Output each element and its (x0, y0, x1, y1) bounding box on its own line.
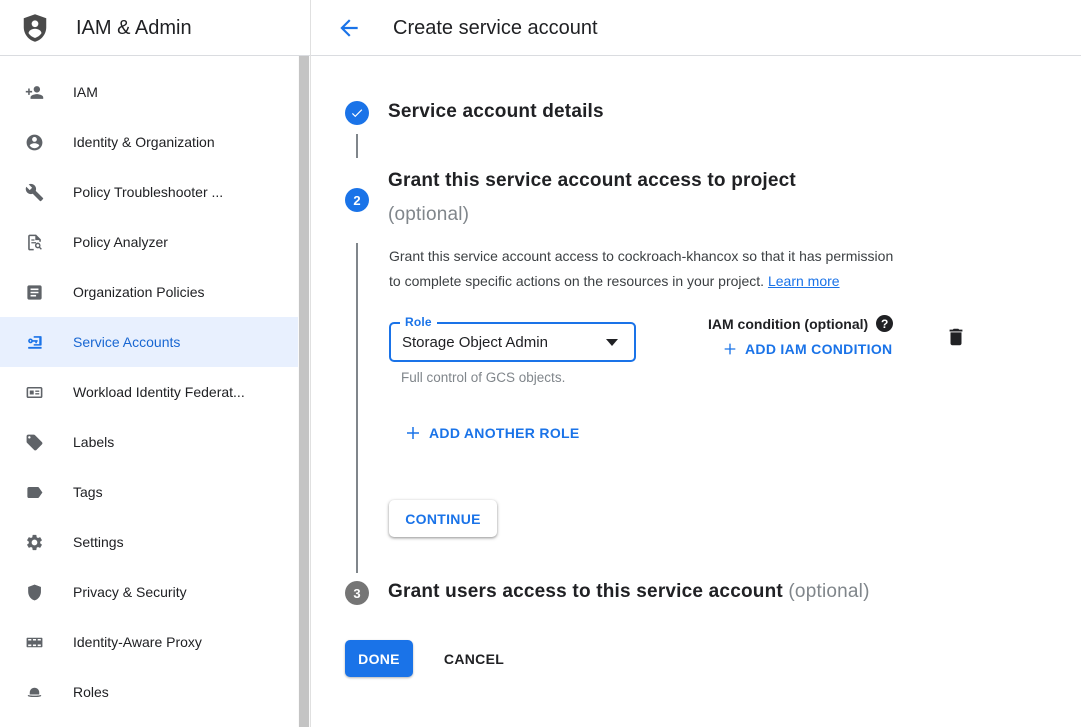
step2-number: 2 (353, 193, 360, 208)
sidebar-item-identity-aware-proxy[interactable]: Identity-Aware Proxy (0, 617, 298, 667)
step3-optional-label: (optional) (788, 581, 869, 602)
chevron-down-icon (606, 339, 618, 346)
help-icon[interactable]: ? (876, 315, 893, 332)
add-iam-condition-label: ADD IAM CONDITION (745, 341, 892, 357)
step2-title-line2: (optional) (388, 204, 469, 226)
identity-card-icon (24, 382, 44, 402)
shield-person-icon (20, 13, 50, 43)
shield-half-icon (24, 582, 44, 602)
step-connector (356, 134, 358, 158)
iam-admin-console: IAM & Admin Create service account IAM I… (0, 0, 1081, 727)
sidebar-item-label: Service Accounts (73, 334, 180, 350)
back-arrow-icon[interactable] (336, 15, 362, 41)
person-add-icon (24, 82, 44, 102)
tag-arrow-icon (24, 482, 44, 502)
app-brand: IAM & Admin (20, 0, 192, 56)
step3-number: 3 (353, 586, 360, 601)
plus-icon (404, 424, 422, 442)
sidebar-item-policy-analyzer[interactable]: Policy Analyzer (0, 217, 298, 267)
add-another-role-button[interactable]: ADD ANOTHER ROLE (404, 424, 580, 442)
sidebar-item-identity-organization[interactable]: Identity & Organization (0, 117, 298, 167)
role-helper-text: Full control of GCS objects. (401, 370, 565, 385)
add-another-role-label: ADD ANOTHER ROLE (429, 425, 580, 441)
sidebar-item-label: Organization Policies (73, 284, 205, 300)
sidebar-nav: IAM Identity & Organization Policy Troub… (0, 56, 298, 727)
sidebar-item-service-accounts[interactable]: Service Accounts (0, 317, 298, 367)
sidebar-item-label: Settings (73, 534, 124, 550)
add-iam-condition-button[interactable]: ADD IAM CONDITION (722, 341, 892, 357)
sidebar-item-organization-policies[interactable]: Organization Policies (0, 267, 298, 317)
sidebar-item-label: Privacy & Security (73, 584, 187, 600)
gear-icon (24, 532, 44, 552)
step3-title: Grant users access to this service accou… (388, 581, 783, 602)
wrench-icon (24, 182, 44, 202)
sidebar-item-iam[interactable]: IAM (0, 67, 298, 117)
sidebar-item-labels[interactable]: Labels (0, 417, 298, 467)
top-header: IAM & Admin Create service account (0, 0, 1081, 56)
step3-number-badge: 3 (345, 581, 369, 605)
role-selected-value: Storage Object Admin (402, 324, 548, 360)
iam-condition-label: IAM condition (optional) (708, 316, 868, 332)
proxy-grid-icon (24, 632, 44, 652)
account-circle-icon (24, 132, 44, 152)
iam-condition-label-row: IAM condition (optional) ? (708, 315, 893, 332)
step3-title-row: Grant users access to this service accou… (388, 581, 870, 603)
sidebar-item-label: Tags (73, 484, 103, 500)
sidebar-item-settings[interactable]: Settings (0, 517, 298, 567)
sidebar-item-policy-troubleshooter[interactable]: Policy Troubleshooter ... (0, 167, 298, 217)
sidebar-item-label: Labels (73, 434, 114, 450)
page-title: Create service account (393, 0, 598, 56)
hat-icon (24, 682, 44, 702)
learn-more-link[interactable]: Learn more (768, 273, 840, 289)
plus-icon (722, 341, 738, 357)
sidebar-scrollbar-thumb[interactable] (299, 56, 309, 727)
sidebar-item-roles[interactable]: Roles (0, 667, 298, 717)
policy-analyzer-icon (24, 232, 44, 252)
sidebar-item-label: Policy Analyzer (73, 234, 168, 250)
sidebar-item-label: Roles (73, 684, 109, 700)
label-tag-icon (24, 432, 44, 452)
description-line2: to complete specific actions on the reso… (389, 273, 764, 289)
delete-role-trash-icon[interactable] (945, 326, 967, 348)
sidebar-scrollbar-track (298, 56, 310, 727)
document-lines-icon (24, 282, 44, 302)
sidebar-item-privacy-security[interactable]: Privacy & Security (0, 567, 298, 617)
sidebar-item-workload-identity-federation[interactable]: Workload Identity Federat... (0, 367, 298, 417)
sidebar-item-label: Identity & Organization (73, 134, 215, 150)
step2-number-badge: 2 (345, 188, 369, 212)
step1-title: Service account details (388, 101, 604, 123)
sidebar-item-tags[interactable]: Tags (0, 467, 298, 517)
description-line1: Grant this service account access to coc… (389, 248, 893, 264)
done-button[interactable]: DONE (345, 640, 413, 677)
sidebar-item-label: IAM (73, 84, 98, 100)
app-title: IAM & Admin (76, 17, 192, 40)
step2-description: Grant this service account access to coc… (389, 244, 981, 294)
sidebar-item-label: Policy Troubleshooter ... (73, 184, 223, 200)
step1-complete-badge (345, 101, 369, 125)
continue-button[interactable]: CONTINUE (389, 500, 497, 537)
cancel-button[interactable]: CANCEL (433, 640, 515, 677)
create-service-account-form: Service account details 2 Grant this ser… (311, 56, 1081, 727)
sidebar-item-label: Workload Identity Federat... (73, 384, 245, 400)
check-icon (350, 106, 364, 120)
service-account-key-icon (24, 332, 44, 352)
step-connector (356, 243, 358, 573)
role-select[interactable]: Role Storage Object Admin (389, 322, 636, 362)
sidebar-item-label: Identity-Aware Proxy (73, 634, 202, 650)
step2-title-line1: Grant this service account access to pro… (388, 170, 796, 192)
